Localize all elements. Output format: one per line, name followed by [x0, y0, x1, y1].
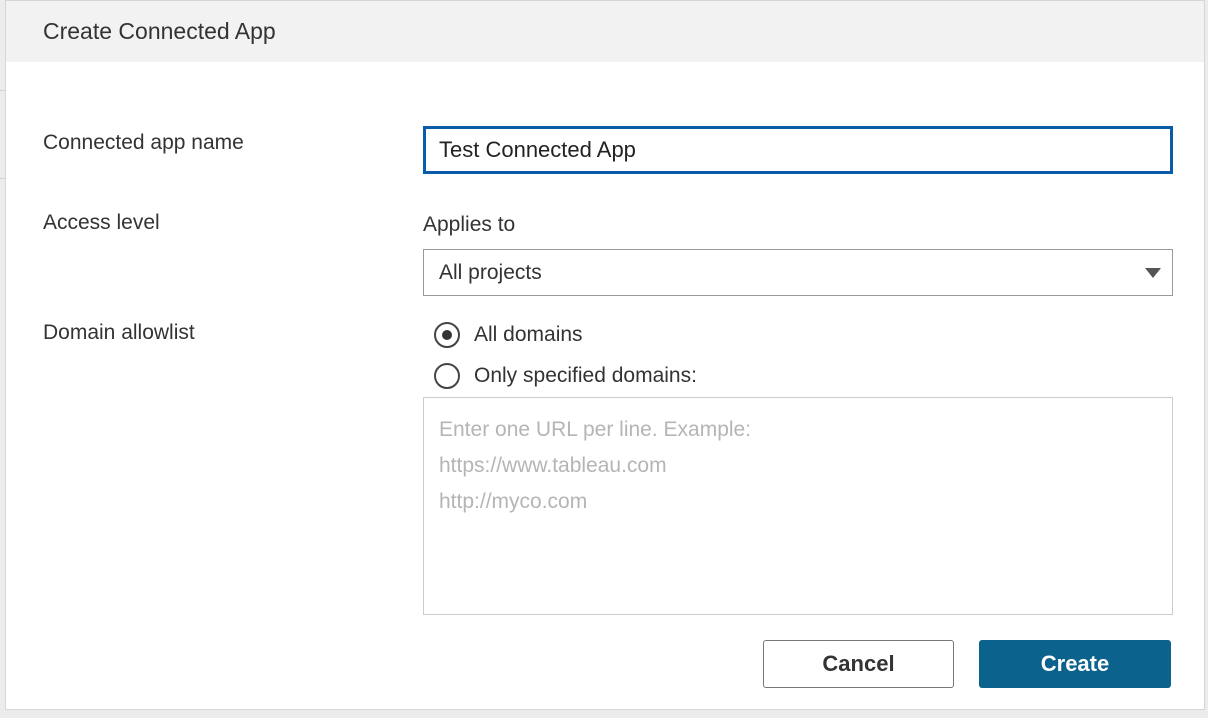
radio-all-domains[interactable]: All domains: [434, 322, 583, 348]
applies-to-select[interactable]: All projects: [423, 249, 1173, 296]
create-connected-app-dialog: Create Connected App Connected app name …: [5, 0, 1205, 710]
cancel-button[interactable]: Cancel: [763, 640, 954, 688]
radio-unselected-icon[interactable]: [434, 363, 460, 389]
connected-app-name-value: Test Connected App: [439, 137, 636, 163]
create-button[interactable]: Create: [979, 640, 1171, 688]
domains-textarea[interactable]: Enter one URL per line. Example: https:/…: [423, 397, 1173, 615]
dialog-title: Create Connected App: [43, 18, 276, 45]
radio-selected-icon[interactable]: [434, 322, 460, 348]
applies-to-label: Applies to: [423, 213, 515, 237]
chevron-down-icon: [1145, 268, 1161, 278]
radio-specified-domains-label: Only specified domains:: [474, 364, 697, 388]
applies-to-value: All projects: [439, 261, 542, 285]
radio-specified-domains[interactable]: Only specified domains:: [434, 363, 697, 389]
connected-app-name-label: Connected app name: [43, 131, 244, 155]
radio-all-domains-label: All domains: [474, 323, 583, 347]
connected-app-name-input[interactable]: Test Connected App: [423, 126, 1173, 174]
dialog-header: Create Connected App: [6, 1, 1204, 62]
access-level-label: Access level: [43, 211, 160, 235]
domain-allowlist-label: Domain allowlist: [43, 321, 195, 345]
